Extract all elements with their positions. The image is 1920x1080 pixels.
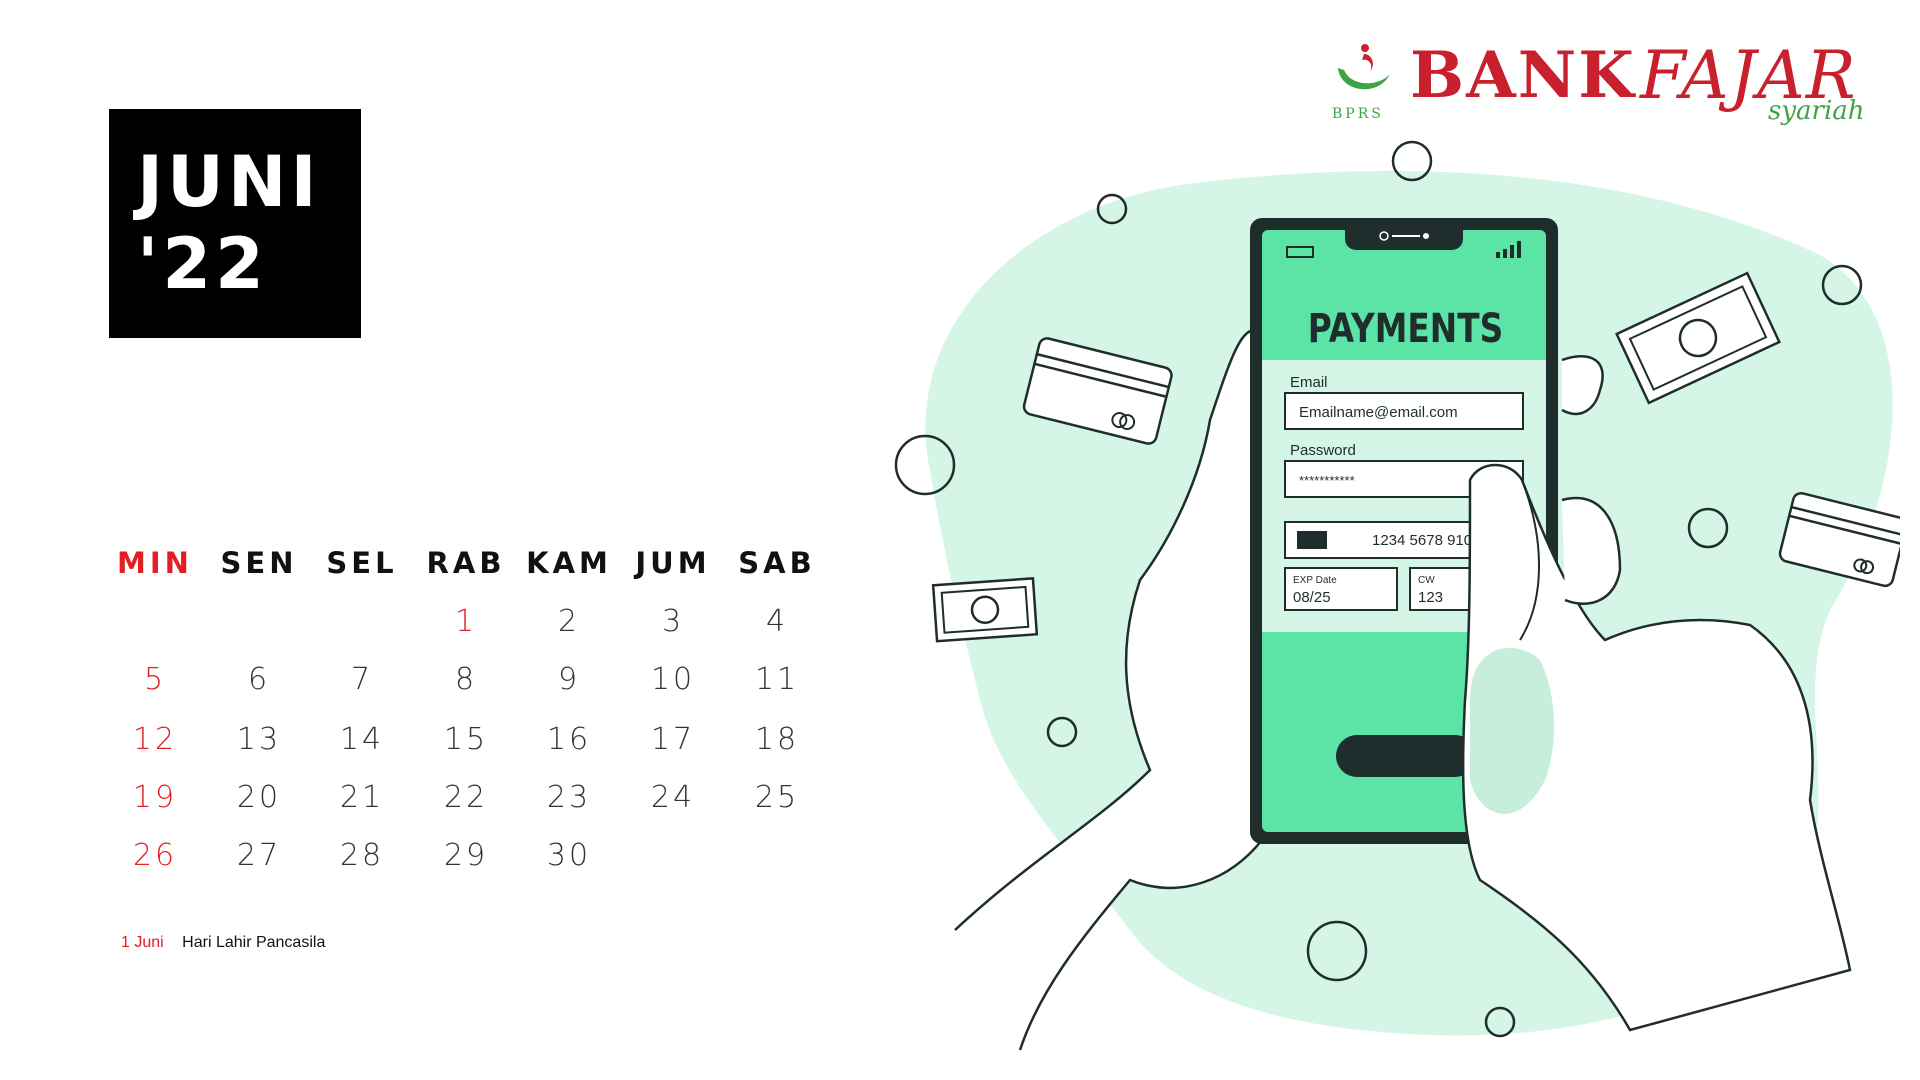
calendar-day: 15 xyxy=(443,722,489,757)
calendar-day: 10 xyxy=(650,662,696,697)
weekday-min: MIN xyxy=(117,546,193,580)
exp-label: EXP Date xyxy=(1293,575,1337,586)
calendar-day: 28 xyxy=(339,838,385,873)
calendar-day: 17 xyxy=(650,722,696,757)
calendar-day: 1 xyxy=(454,604,478,639)
cvv-label: CW xyxy=(1418,575,1435,586)
banknote-icon xyxy=(931,577,1039,643)
calendar-day: 30 xyxy=(546,838,592,873)
calendar-day: 18 xyxy=(754,722,800,757)
card-chip-icon xyxy=(1297,531,1327,549)
bank-logo: BPRS BANK FAJAR syariah xyxy=(1330,38,1900,130)
calendar-day: 8 xyxy=(454,662,478,697)
holiday-date: 1 Juni xyxy=(121,934,164,951)
exp-value: 08/25 xyxy=(1293,589,1331,606)
weekday-rab: RAB xyxy=(426,546,506,580)
calendar-day: 25 xyxy=(754,780,800,815)
email-value: Emailname@email.com xyxy=(1299,404,1458,421)
payment-illustration: PAYMENTS Email Emailname@email.com Passw… xyxy=(894,140,1900,1051)
logo-bprs-text: BPRS xyxy=(1332,106,1384,122)
calendar-day: 27 xyxy=(236,838,282,873)
calendar-day: 7 xyxy=(350,662,374,697)
calendar-day: 24 xyxy=(650,780,696,815)
calendar-day: 26 xyxy=(132,838,178,873)
weekday-sel: SEL xyxy=(326,546,398,580)
calendar-day: 13 xyxy=(236,722,282,757)
holiday-note: 1 Juni Hari Lahir Pancasila xyxy=(121,934,325,952)
bprs-emblem-icon xyxy=(1338,44,1390,90)
cvv-value: 123 xyxy=(1418,589,1443,606)
calendar-day: 19 xyxy=(132,780,178,815)
calendar-day: 5 xyxy=(143,662,167,697)
calendar-day: 29 xyxy=(443,838,489,873)
calendar-day: 3 xyxy=(661,604,685,639)
email-label: Email xyxy=(1290,374,1328,391)
weekday-sen: SEN xyxy=(220,546,298,580)
calendar-day: 9 xyxy=(557,662,581,697)
weekday-jum: JUM xyxy=(635,546,711,580)
calendar-day: 2 xyxy=(557,604,581,639)
calendar-day: 20 xyxy=(236,780,282,815)
calendar-day: 6 xyxy=(247,662,271,697)
calendar-day: 23 xyxy=(546,780,592,815)
pay-button[interactable] xyxy=(1336,735,1476,777)
calendar-day: 12 xyxy=(132,722,178,757)
weekday-kam: KAM xyxy=(526,546,612,580)
logo-bank-text: BANK xyxy=(1410,38,1636,113)
month-year: '22 xyxy=(137,223,268,305)
month-title-box: JUNI '22 xyxy=(109,109,361,338)
calendar-day: 22 xyxy=(443,780,489,815)
logo-syariah-text: syariah xyxy=(1768,96,1865,126)
calendar-day: 21 xyxy=(339,780,385,815)
holiday-name: Hari Lahir Pancasila xyxy=(182,934,326,951)
calendar-day: 16 xyxy=(546,722,592,757)
password-value: *********** xyxy=(1299,473,1355,488)
phone-title: PAYMENTS xyxy=(1308,305,1503,352)
calendar-day: 4 xyxy=(765,604,789,639)
month-name: JUNI xyxy=(137,141,321,223)
password-label: Password xyxy=(1290,442,1356,459)
calendar-day: 14 xyxy=(339,722,385,757)
weekday-sab: SAB xyxy=(738,546,816,580)
card-number: 1234 5678 910 xyxy=(1372,532,1472,549)
calendar-day: 11 xyxy=(754,662,800,697)
